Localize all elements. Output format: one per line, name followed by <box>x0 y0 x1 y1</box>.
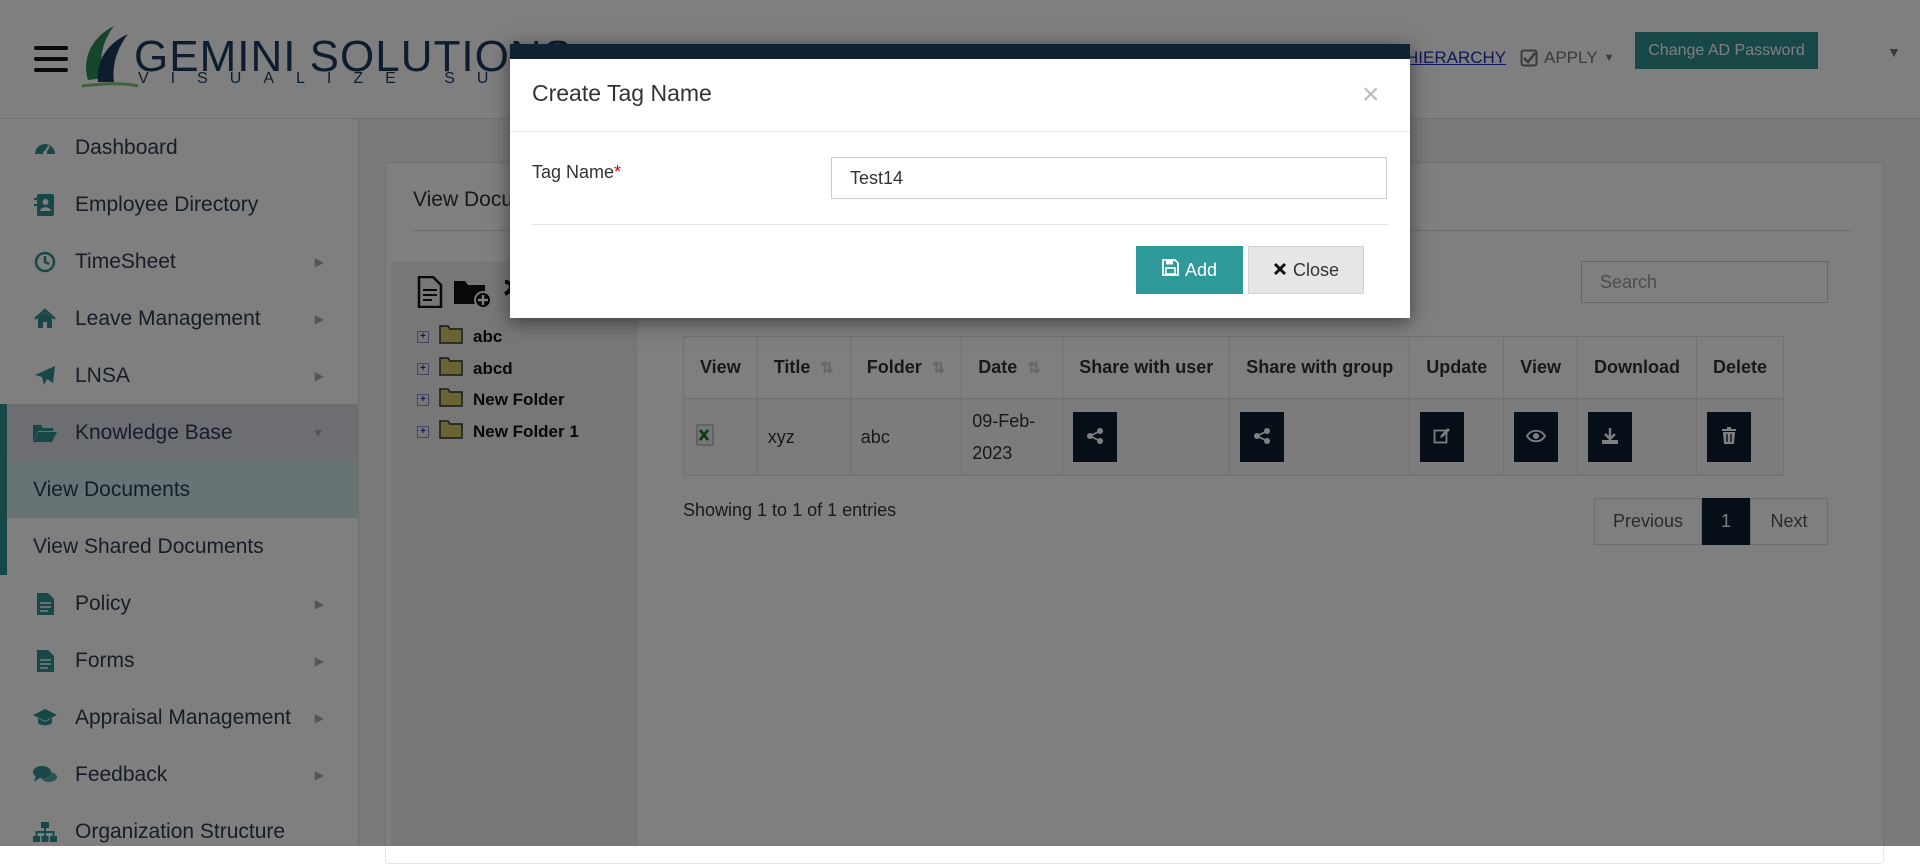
close-x-icon <box>1273 260 1287 281</box>
add-button[interactable]: Add <box>1136 246 1243 294</box>
close-icon[interactable]: × <box>1362 80 1380 110</box>
close-label: Close <box>1292 259 1340 280</box>
add-label: Add <box>1184 259 1218 280</box>
modal-top-bar <box>510 44 1410 59</box>
save-icon <box>1162 259 1179 281</box>
required-marker: * <box>614 162 622 182</box>
divider <box>532 224 1388 225</box>
create-tag-modal: Create Tag Name × Tag Name* Add Close <box>510 44 1410 318</box>
divider <box>510 131 1410 132</box>
tag-name-input[interactable] <box>831 157 1387 199</box>
tag-name-label: Tag Name* <box>532 162 621 183</box>
tag-name-label-text: Tag Name <box>532 162 615 182</box>
modal-title: Create Tag Name <box>532 80 712 106</box>
close-button[interactable]: Close <box>1248 246 1364 294</box>
